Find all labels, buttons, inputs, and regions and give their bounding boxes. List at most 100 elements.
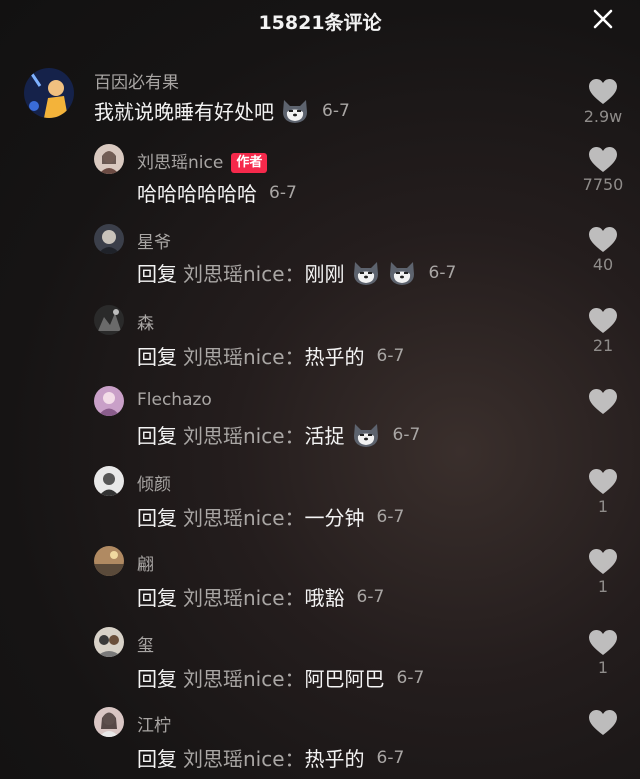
heart-icon[interactable] (588, 388, 618, 415)
like-count: 7750 (582, 175, 624, 194)
comment-body: 我就说晚睡有好处吧 (94, 100, 274, 124)
reply-body: 刚刚 (304, 262, 345, 286)
reply-item: 星爷 回复 刘思瑶nice： 刚刚 6-7 40 (0, 222, 640, 302)
avatar[interactable] (94, 144, 124, 174)
reply-item: 倾颜 回复 刘思瑶nice： 一分钟 6-7 1 (0, 464, 640, 544)
like-control[interactable]: 21 (572, 307, 634, 355)
heart-icon[interactable] (588, 226, 618, 253)
reply-username[interactable]: 玺 (137, 631, 154, 656)
husky-emoji-icon (389, 261, 414, 285)
like-control[interactable]: 1 (572, 548, 634, 596)
reply-username[interactable]: Flechazo (137, 390, 212, 410)
husky-emoji-icon (283, 99, 307, 123)
reply-body: 哈哈哈哈哈哈 (137, 182, 257, 206)
reply-username[interactable]: 翩 (137, 550, 154, 575)
comment-username[interactable]: 百因必有果 (94, 68, 179, 93)
reply-item: 江柠 回复 刘思瑶nice： 热乎的 6-7 (0, 705, 640, 779)
reply-date: 6-7 (392, 424, 421, 445)
reply-date: 6-7 (269, 182, 297, 203)
husky-emoji-icon (353, 423, 378, 447)
comment-text[interactable]: 我就说晚睡有好处吧 6-7 (94, 96, 350, 125)
like-control[interactable]: 7750 (572, 146, 634, 194)
reply-target: 刘思瑶nice： (183, 506, 305, 530)
heart-icon[interactable] (588, 709, 618, 736)
reply-text[interactable]: 回复 刘思瑶nice： 活捉 6-7 (137, 420, 420, 449)
husky-emoji-icon (353, 261, 378, 285)
reply-target: 刘思瑶nice： (183, 345, 305, 369)
like-control[interactable]: 1 (572, 629, 634, 677)
like-control[interactable] (572, 709, 634, 738)
like-count: 2.9w (583, 107, 623, 126)
avatar[interactable] (94, 707, 124, 737)
reply-target: 刘思瑶nice： (183, 424, 305, 448)
like-control[interactable]: 2.9w (572, 78, 634, 126)
close-icon (593, 9, 613, 29)
like-count: 1 (597, 658, 609, 677)
reply-prefix: 回复 (137, 345, 177, 369)
reply-body: 一分钟 (304, 506, 365, 530)
reply-text[interactable]: 回复 刘思瑶nice： 刚刚 6-7 (137, 258, 456, 287)
reply-date: 6-7 (428, 262, 457, 283)
author-badge: 作者 (231, 153, 268, 173)
avatar[interactable] (94, 305, 124, 335)
reply-target: 刘思瑶nice： (183, 262, 305, 286)
reply-text[interactable]: 回复 刘思瑶nice： 一分钟 6-7 (137, 502, 404, 531)
reply-date: 6-7 (376, 345, 405, 366)
avatar[interactable] (94, 627, 124, 657)
close-button[interactable] (592, 8, 614, 30)
reply-body: 热乎的 (304, 345, 365, 369)
reply-username[interactable]: 刘思瑶nice 作者 (137, 148, 268, 173)
avatar[interactable] (24, 68, 74, 118)
reply-text[interactable]: 回复 刘思瑶nice： 热乎的 6-7 (137, 743, 404, 772)
reply-text[interactable]: 回复 刘思瑶nice： 热乎的 6-7 (137, 341, 404, 370)
reply-date: 6-7 (376, 747, 405, 768)
avatar[interactable] (94, 466, 124, 496)
avatar[interactable] (94, 386, 124, 416)
reply-item: 翩 回复 刘思瑶nice： 哦豁 6-7 1 (0, 544, 640, 624)
reply-body: 哦豁 (304, 586, 345, 610)
comment-count-title: 15821条评论 (258, 12, 382, 34)
heart-icon[interactable] (588, 629, 618, 656)
reply-username[interactable]: 倾颜 (137, 470, 171, 495)
reply-prefix: 回复 (137, 262, 177, 286)
like-control[interactable] (572, 388, 634, 417)
like-count: 21 (592, 336, 614, 355)
heart-icon[interactable] (588, 307, 618, 334)
reply-username[interactable]: 星爷 (137, 228, 171, 253)
comment-date: 6-7 (322, 100, 350, 121)
reply-text[interactable]: 回复 刘思瑶nice： 阿巴阿巴 6-7 (137, 663, 424, 692)
reply-target: 刘思瑶nice： (183, 667, 305, 691)
heart-icon[interactable] (588, 78, 618, 105)
like-count: 1 (597, 497, 609, 516)
reply-body: 活捉 (304, 424, 345, 448)
reply-text[interactable]: 哈哈哈哈哈哈 6-7 (137, 178, 297, 207)
reply-username[interactable]: 森 (137, 309, 154, 334)
reply-prefix: 回复 (137, 586, 177, 610)
avatar[interactable] (94, 224, 124, 254)
reply-item: 刘思瑶nice 作者 哈哈哈哈哈哈 6-7 7750 (0, 140, 640, 220)
reply-prefix: 回复 (137, 506, 177, 530)
reply-date: 6-7 (396, 667, 425, 688)
reply-target: 刘思瑶nice： (183, 747, 305, 771)
heart-icon[interactable] (588, 548, 618, 575)
reply-target: 刘思瑶nice： (183, 586, 305, 610)
reply-prefix: 回复 (137, 424, 177, 448)
reply-prefix: 回复 (137, 667, 177, 691)
reply-body: 阿巴阿巴 (304, 667, 385, 691)
reply-username[interactable]: 江柠 (137, 711, 171, 736)
heart-icon[interactable] (588, 146, 618, 173)
comments-header: 15821条评论 (0, 0, 640, 40)
heart-icon[interactable] (588, 468, 618, 495)
like-control[interactable]: 40 (572, 226, 634, 274)
reply-prefix: 回复 (137, 747, 177, 771)
like-count: 40 (592, 255, 614, 274)
reply-text[interactable]: 回复 刘思瑶nice： 哦豁 6-7 (137, 582, 384, 611)
comment-item: 百因必有果 我就说晚睡有好处吧 6-7 2.9w (0, 62, 640, 142)
reply-date: 6-7 (356, 586, 385, 607)
like-control[interactable]: 1 (572, 468, 634, 516)
avatar[interactable] (94, 546, 124, 576)
reply-item: 森 回复 刘思瑶nice： 热乎的 6-7 21 (0, 303, 640, 383)
reply-body: 热乎的 (304, 747, 365, 771)
reply-username-text: 刘思瑶nice (137, 153, 224, 173)
reply-item: 玺 回复 刘思瑶nice： 阿巴阿巴 6-7 1 (0, 625, 640, 705)
